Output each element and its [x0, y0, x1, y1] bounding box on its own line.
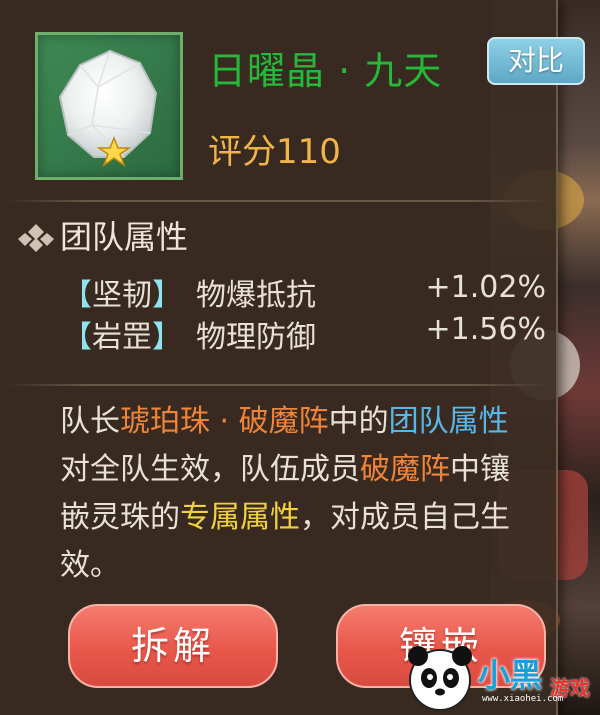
white-crystal-icon	[58, 49, 158, 167]
desc-highlight-team-attr: 团队属性	[388, 404, 509, 439]
desc-highlight-exclusive-attr: 专属属性	[180, 500, 300, 535]
attr-bracket-open: 【	[62, 278, 92, 313]
attr-value: +1.02%	[425, 270, 546, 305]
attr-value: +1.56%	[425, 312, 546, 347]
desc-text: 队长	[60, 404, 120, 439]
desc-text: 中的	[328, 404, 389, 439]
dismantle-button[interactable]: 拆解	[68, 604, 278, 688]
compare-button[interactable]: 对比	[487, 37, 585, 85]
watermark-brand: 小黑	[478, 656, 543, 694]
item-name: 日曜晶 · 九天	[208, 49, 443, 93]
attr-bracket-close: 】	[152, 278, 182, 313]
panda-logo-icon	[408, 646, 472, 711]
item-icon-frame	[35, 32, 183, 180]
attr-name: 物理防御	[196, 320, 316, 355]
description-text: 队长琥珀珠 · 破魔阵中的团队属性对全队生效，队伍成员破魔阵中镶嵌灵珠的专属属性…	[60, 398, 530, 590]
divider	[8, 384, 548, 386]
watermark-url: www.xiaohei.com	[482, 694, 564, 704]
desc-highlight-leader-bead: 琥珀珠 · 破魔阵	[120, 404, 329, 439]
desc-highlight-formation: 破魔阵	[360, 452, 450, 487]
attr-bracket-open: 【	[62, 320, 92, 355]
item-tooltip-panel: 日曜晶 · 九天 对比 评分110 团队属性 【坚韧】 物爆抵抗 +1.02% …	[0, 0, 585, 715]
desc-text: 对全队生效，队伍成员	[60, 452, 360, 487]
attr-tag: 坚韧	[92, 278, 152, 313]
watermark: 小黑 游戏 www.xiaohei.com	[400, 636, 600, 715]
attr-name: 物爆抵抗	[196, 278, 316, 313]
attribute-row: 【岩罡】 物理防御 +1.56%	[62, 312, 552, 355]
item-score: 评分110	[208, 132, 341, 172]
diamond-bullet-icon	[18, 224, 54, 252]
attribute-row: 【坚韧】 物爆抵抗 +1.02%	[62, 270, 552, 313]
attr-bracket-close: 】	[152, 320, 182, 355]
divider	[8, 200, 548, 202]
attr-tag: 岩罡	[92, 320, 152, 355]
section-title-team-attributes: 团队属性	[60, 218, 189, 256]
